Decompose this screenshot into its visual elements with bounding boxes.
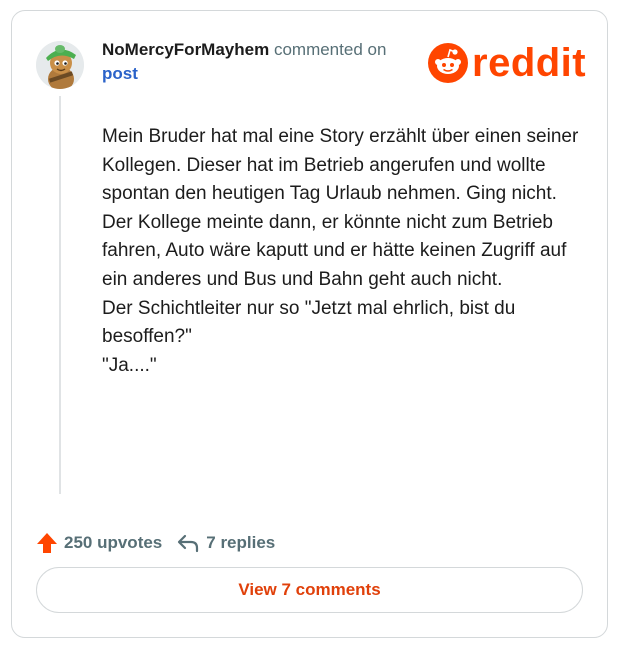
comment-card: NoMercyForMayhem commented on post reddi… (11, 10, 608, 638)
avatar[interactable] (36, 41, 84, 89)
reddit-logo: reddit (428, 41, 586, 85)
comment-paragraph: Der Schichtleiter nur so "Jetzt mal ehrl… (102, 297, 516, 348)
avatar-character-icon (36, 41, 84, 89)
reply-arrow-icon (178, 534, 199, 553)
upvote-arrow-icon[interactable] (36, 532, 58, 554)
comment-paragraph: "Ja...." (102, 354, 157, 376)
post-link[interactable]: post (102, 63, 138, 85)
upvote-count: 250 upvotes (64, 533, 163, 552)
comment-stats: 250 upvotes 7 replies (36, 529, 275, 557)
reply-count: 7 replies (206, 533, 276, 552)
reddit-logo-text: reddit (472, 41, 587, 85)
thread-line (59, 96, 61, 494)
upvote-stat[interactable]: 250 upvotes (36, 532, 162, 554)
username[interactable]: NoMercyForMayhem (102, 40, 269, 59)
reply-stat[interactable]: 7 replies (176, 532, 275, 554)
comment-header: NoMercyForMayhem commented on (102, 39, 386, 61)
view-comments-button[interactable]: View 7 comments (36, 567, 583, 613)
action-text: commented on (273, 40, 387, 59)
comment-paragraph: Der Kollege meinte dann, er könnte nicht… (102, 211, 567, 290)
comment-paragraph: Mein Bruder hat mal eine Story erzählt ü… (102, 126, 579, 205)
reddit-snoo-icon (428, 43, 468, 83)
comment-body: Mein Bruder hat mal eine Story erzählt ü… (102, 123, 582, 380)
